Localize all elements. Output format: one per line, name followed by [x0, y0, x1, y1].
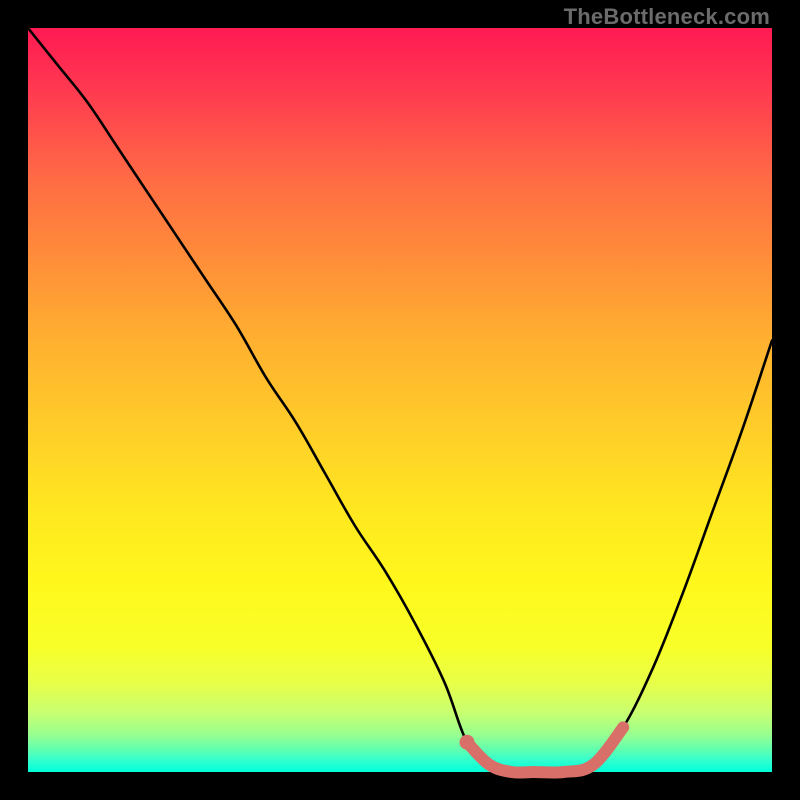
chart-frame: TheBottleneck.com	[0, 0, 800, 800]
bottleneck-curve	[28, 28, 772, 773]
chart-svg	[28, 28, 772, 772]
plot-area	[28, 28, 772, 772]
highlight-segment	[467, 727, 623, 772]
highlight-start-dot	[460, 735, 475, 750]
watermark-text: TheBottleneck.com	[564, 4, 770, 30]
